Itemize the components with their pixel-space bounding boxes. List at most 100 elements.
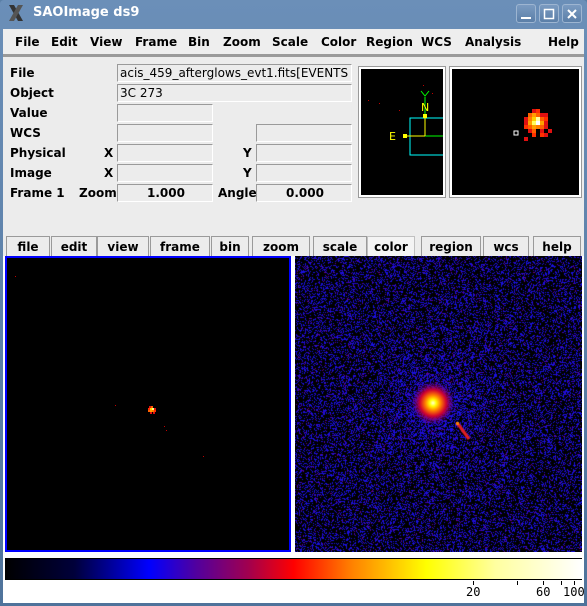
colorbar-gradient[interactable] [5,558,582,580]
magnifier-pixel [536,121,540,125]
frames-area [3,256,584,555]
compass-east-head [403,134,407,138]
menu-help[interactable]: Help [548,35,579,49]
value-field [117,104,213,122]
image-label: Image [10,166,52,180]
frame-1-source-pixel [153,412,155,414]
object-field: 3C 273 [117,84,352,102]
magnifier-pixel [540,129,544,133]
colorbar-tick [561,581,562,585]
magnifier-pixel [540,117,544,121]
x-logo-icon [7,4,25,22]
magnifier-pixel [524,137,528,141]
button-wcs[interactable]: wcs [483,236,529,258]
physical-y-label: Y [243,146,252,160]
file-field: acis_459_afterglows_evt1.fits[EVENTS [117,64,352,82]
value-label: Value [10,106,48,120]
wcs-field-1 [117,124,213,142]
client-area: File Edit View Frame Bin Zoom Scale Colo… [3,29,585,603]
magnifier-pixel [528,117,532,121]
button-zoom[interactable]: zoom [252,236,310,258]
ds9-window: SAOImage ds9 File Edit View Frame Bin Zo… [0,0,587,606]
frame-1-pixel [203,456,204,457]
maximize-button[interactable] [539,4,559,23]
frame-1-source-pixel [149,406,151,408]
image-x-label: X [104,166,114,180]
frame-1-pixel [166,430,167,431]
menu-wcs[interactable]: WCS [421,35,452,49]
frame-1-linear[interactable] [5,256,291,552]
zoom-label: Zoom [79,186,117,200]
button-scale[interactable]: scale [313,236,367,258]
frame-1-source-pixel [148,410,150,412]
magnifier-pixel [540,133,544,137]
button-region[interactable]: region [421,236,481,258]
magnifier-pixel [540,121,544,125]
panner-pixel [379,103,380,104]
magnifier-pixel [536,125,540,129]
magnifier-pixel [540,125,544,129]
menu-frame[interactable]: Frame [135,35,177,49]
menu-view[interactable]: View [90,35,122,49]
frame-label: Frame 1 [10,186,65,200]
colorbar-tick [517,581,518,585]
menu-edit[interactable]: Edit [51,35,78,49]
menu-color[interactable]: Color [321,35,356,49]
frame-1-source-pixel [150,410,152,412]
minimize-button[interactable] [516,4,536,23]
compass-north-label: N [421,101,429,114]
magnifier-cursor [513,130,519,136]
panner-pixel [423,85,424,86]
menu-bin[interactable]: Bin [188,35,210,49]
magnifier-pixel [544,113,548,117]
physical-label: Physical [10,146,66,160]
button-help[interactable]: help [533,236,581,258]
compass-north-head [423,114,427,118]
button-frame[interactable]: frame [150,236,210,258]
colorbar-tick-label: 20 [466,585,481,599]
minimize-icon [521,17,531,19]
image-y-label: Y [243,166,252,180]
info-panel: File acis_459_afterglows_evt1.fits[EVENT… [3,60,584,235]
frame-1-pixel [15,276,16,277]
magnifier-pixel [524,117,528,121]
compass-east-label: E [389,130,396,143]
panner[interactable]: N E [358,66,446,198]
frame-2-image [295,256,582,552]
magnifier-pixel [540,113,544,117]
button-bin[interactable]: bin [211,236,249,258]
magnifier-pixel [532,133,536,137]
frame-1-source-pixel [150,408,152,410]
image-y-field [256,164,352,182]
title-bar[interactable]: SAOImage ds9 [0,0,587,28]
magnifier-pixel [532,113,536,117]
menu-analysis[interactable]: Analysis [465,35,521,49]
magnifier-pixel [532,125,536,129]
magnifier-pixel [524,125,528,129]
frame-2-log[interactable] [295,256,582,552]
colorbar-tick-label: 60 [536,585,551,599]
frame-1-source-pixel [148,408,150,410]
compass-y-glyph [420,90,430,97]
button-edit[interactable]: edit [51,236,97,258]
frame-1-source-pixel [151,406,153,408]
frame-1-source-pixel [152,410,154,412]
menu-region[interactable]: Region [366,35,413,49]
menu-file[interactable]: File [15,35,40,49]
button-view[interactable]: view [97,236,149,258]
close-button[interactable] [562,4,582,23]
colorbar[interactable]: 20 60 100 [3,555,585,603]
button-color[interactable]: color [367,236,415,258]
magnifier-image [513,109,552,141]
frame-1-pixel [115,405,116,406]
angle-label: Angle [218,186,257,200]
zoom-field: 1.000 [117,184,213,202]
image-x-field [117,164,213,182]
magnifier-pixel [548,129,552,133]
menu-scale[interactable]: Scale [272,35,308,49]
colorbar-tick-label: 100 [563,585,585,599]
menu-zoom[interactable]: Zoom [223,35,261,49]
magnifier-pixel [536,113,540,117]
button-file[interactable]: file [6,236,50,258]
frame-1-source-pixel [154,408,156,410]
